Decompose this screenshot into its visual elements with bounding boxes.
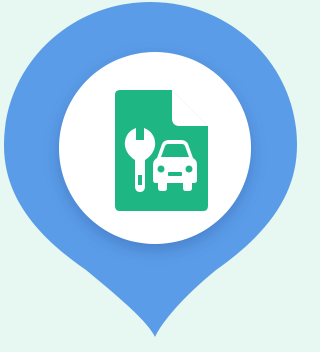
map-marker[interactable] [0, 0, 301, 352]
map-pin-icon[interactable] [0, 0, 301, 352]
